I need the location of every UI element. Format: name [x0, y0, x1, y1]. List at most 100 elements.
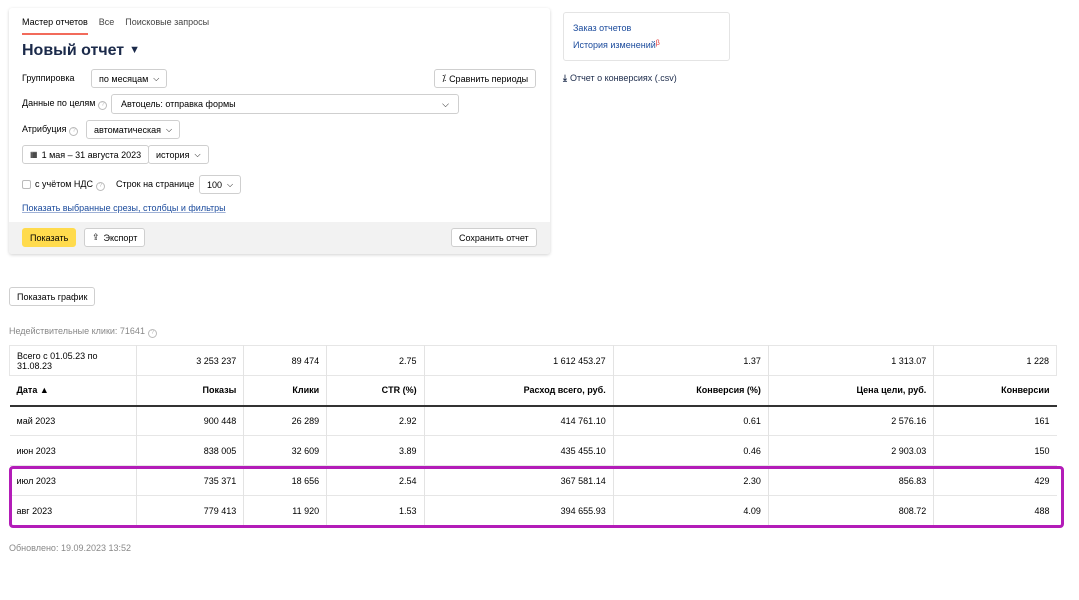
- table-cell: 150: [1034, 445, 1050, 456]
- table-cell: 2 576.16: [768, 405, 935, 436]
- beta-icon: β: [655, 40, 660, 47]
- table-cell: 1 228: [933, 345, 1057, 376]
- compare-periods-button[interactable]: ⁒ Сравнить периоды: [434, 69, 537, 88]
- column-header-spend[interactable]: Расход всего, руб.: [424, 375, 614, 406]
- conversions-report-link[interactable]: ⤓ Отчет о конверсиях (.csv): [563, 73, 677, 84]
- order-reports-link[interactable]: Заказ отчетов: [573, 23, 631, 33]
- table-cell: 488: [1034, 505, 1050, 516]
- table-cell: 367 581.14: [424, 465, 614, 496]
- conversions-report-text: Отчет о конверсиях (.csv): [569, 73, 677, 83]
- table-cell: 1 313.07: [768, 345, 935, 376]
- help-icon[interactable]: ?: [96, 182, 106, 191]
- chevron-down-icon: ⌵: [227, 179, 234, 189]
- column-header-ctr[interactable]: CTR (%): [326, 375, 425, 406]
- calendar-icon: ▦: [30, 150, 38, 159]
- compare-icon: ⁒: [442, 73, 447, 83]
- compare-label: Сравнить периоды: [449, 73, 529, 84]
- table-cell: июл 2023: [9, 465, 137, 496]
- table-cell: 3 253 237: [136, 345, 245, 376]
- side-links-box: Заказ отчетов История измененийβ: [563, 12, 730, 61]
- vat-checkbox[interactable]: [22, 180, 31, 189]
- column-header-conversions[interactable]: Конверсии: [934, 376, 1057, 406]
- table-cell: 735 371: [136, 465, 245, 496]
- table-cell: 808.72: [768, 495, 935, 526]
- column-header-goal-cost[interactable]: Цена цели, руб.: [768, 375, 935, 406]
- invalid-clicks-text: Недействительные клики: 71641: [9, 326, 145, 336]
- tab-report-wizard[interactable]: Мастер отчетов: [22, 17, 88, 35]
- export-button[interactable]: ⇪ Экспорт: [84, 228, 146, 247]
- show-slices-link[interactable]: Показать выбранные срезы, столбцы и филь…: [22, 203, 226, 213]
- change-history-text: История изменений: [573, 40, 656, 50]
- report-title[interactable]: Новый отчет ▼: [22, 42, 140, 60]
- table-cell: 26 289: [243, 405, 328, 436]
- attribution-label-text: Атрибуция: [22, 124, 67, 134]
- save-report-button[interactable]: Сохранить отчет: [451, 228, 537, 247]
- tab-search-queries[interactable]: Поисковые запросы: [125, 17, 209, 35]
- invalid-clicks-note: Недействительные клики: 71641?: [9, 326, 157, 338]
- chevron-down-icon: ⌵: [153, 73, 160, 83]
- attribution-select[interactable]: автоматическая ⌵: [86, 120, 181, 139]
- table-cell: 161: [1034, 415, 1050, 426]
- table-cell: 3.89: [326, 435, 425, 466]
- date-range-value: 1 мая – 31 августа 2023: [41, 149, 142, 160]
- table-cell: 2.30: [613, 465, 769, 496]
- table-cell: май 2023: [9, 405, 137, 436]
- table-row: июн 2023 838 005 32 609 3.89 435 455.10 …: [9, 435, 1057, 466]
- date-range-picker[interactable]: ▦ 1 мая – 31 августа 2023: [22, 145, 150, 164]
- table-cell: 89 474: [243, 345, 328, 376]
- report-tabs: Мастер отчетов Все Поисковые запросы: [22, 17, 209, 35]
- goal-value: Автоцель: отправка формы: [121, 99, 236, 109]
- table-row: май 2023 900 448 26 289 2.92 414 761.10 …: [9, 405, 1057, 436]
- attribution-value: автоматическая: [94, 124, 161, 135]
- goal-data-label: Данные по целям?: [22, 98, 108, 110]
- table-total-row: Всего с 01.05.23 по 31.08.23 3 253 237 8…: [9, 345, 1057, 376]
- show-chart-button[interactable]: Показать график: [9, 287, 96, 306]
- rows-per-page-select[interactable]: 100 ⌵: [199, 175, 242, 194]
- table-cell: 394 655.93: [424, 495, 614, 526]
- table-row: авг 2023 779 413 11 920 1.53 394 655.93 …: [9, 495, 1057, 526]
- column-header-clicks[interactable]: Клики: [243, 375, 328, 406]
- grouping-select[interactable]: по месяцам ⌵: [91, 69, 168, 88]
- table-cell: 1.53: [326, 495, 425, 526]
- table-cell: 1.37: [613, 345, 769, 376]
- change-history-link[interactable]: История измененийβ: [573, 40, 660, 50]
- help-icon[interactable]: ?: [69, 127, 79, 136]
- table-cell: 429: [1034, 475, 1050, 486]
- column-header-conversion-rate[interactable]: Конверсия (%): [613, 375, 769, 406]
- export-label: Экспорт: [103, 232, 138, 243]
- vat-label-text: с учётом НДС: [35, 179, 94, 189]
- help-icon[interactable]: ?: [147, 329, 157, 338]
- help-icon[interactable]: ?: [98, 101, 108, 110]
- table-row: июл 2023 735 371 18 656 2.54 367 581.14 …: [9, 465, 1057, 496]
- attribution-label: Атрибуция?: [22, 124, 79, 136]
- goal-select[interactable]: Автоцель: отправка формы ⌵: [111, 94, 459, 114]
- report-table: Всего с 01.05.23 по 31.08.23 3 253 237 8…: [9, 345, 1057, 526]
- rows-per-page-value: 100: [207, 179, 223, 190]
- history-select[interactable]: история ⌵: [148, 145, 209, 164]
- table-cell: 0.61: [613, 405, 769, 436]
- table-cell: 779 413: [136, 495, 245, 526]
- chevron-down-icon: ⌵: [442, 98, 449, 109]
- column-header-date[interactable]: Дата ▲: [9, 375, 137, 406]
- table-cell: 32 609: [243, 435, 328, 466]
- table-cell: 2.54: [326, 465, 425, 496]
- grouping-label: Группировка: [22, 73, 75, 83]
- table-header-row: Дата ▲ Показы Клики CTR (%) Расход всего…: [9, 375, 1057, 406]
- table-cell: 2.92: [326, 405, 425, 436]
- show-button[interactable]: Показать: [22, 228, 77, 247]
- table-cell: 838 005: [136, 435, 245, 466]
- table-cell: 0.46: [613, 435, 769, 466]
- table-cell: 18 656: [243, 465, 328, 496]
- goal-data-label-text: Данные по целям: [22, 98, 96, 108]
- history-value: история: [156, 149, 190, 160]
- tab-all[interactable]: Все: [99, 17, 115, 35]
- table-cell: 900 448: [136, 405, 245, 436]
- table-cell: 2.75: [326, 345, 425, 376]
- table-cell: 856.83: [768, 465, 935, 496]
- dropdown-arrow-icon: ▼: [129, 44, 141, 56]
- vat-label: с учётом НДС?: [35, 179, 106, 191]
- table-cell: 414 761.10: [424, 405, 614, 436]
- column-header-impressions[interactable]: Показы: [136, 375, 245, 406]
- table-cell: 2 903.03: [768, 435, 935, 466]
- table-cell: 1 612 453.27: [424, 345, 614, 376]
